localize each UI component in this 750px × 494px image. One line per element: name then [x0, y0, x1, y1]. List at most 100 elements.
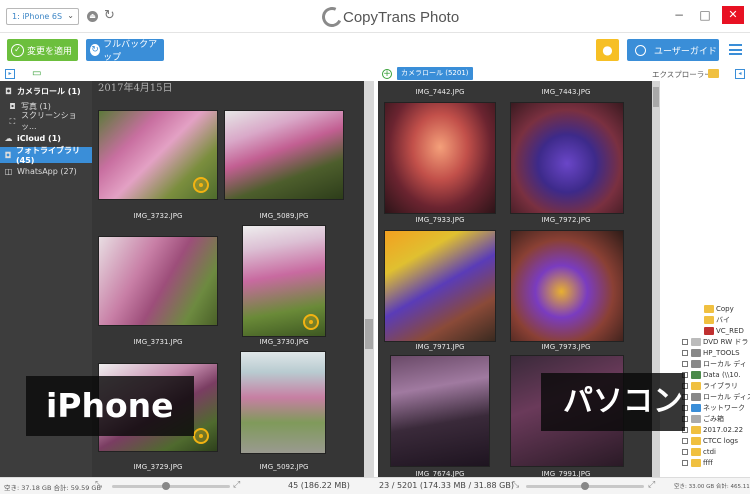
photo-thumbnail[interactable]	[384, 102, 496, 214]
iphone-zoom-slider[interactable]	[112, 482, 230, 490]
tree-item[interactable]: DVD RW ドラ	[660, 336, 750, 347]
iphone-caption: iPhone	[26, 376, 194, 436]
photo-label: IMG_3732.JPG	[133, 212, 183, 220]
tree-checkbox[interactable]	[682, 360, 688, 367]
tree-item-label: バイ	[716, 315, 730, 324]
network-icon	[691, 403, 701, 412]
drive-icon	[691, 392, 701, 401]
tree-item-label: Data (\\10.	[703, 370, 741, 379]
pc-zoom-slider[interactable]	[526, 482, 644, 490]
album-badge: カメラロール (5201)	[397, 67, 473, 80]
photo-label: IMG_7443.JPG	[541, 88, 591, 96]
sidebar-item-camera-roll[interactable]: ◘ カメラロール (1)	[0, 83, 92, 99]
tree-checkbox[interactable]	[682, 349, 688, 356]
tree-item[interactable]: Copy	[660, 303, 750, 314]
tips-button[interactable]: ●	[596, 39, 619, 61]
maximize-button[interactable]: □	[694, 6, 716, 24]
help-icon	[635, 44, 646, 56]
tree-item[interactable]: ffff	[660, 457, 750, 468]
add-folder-icon[interactable]: +	[382, 69, 392, 79]
check-circle-icon: ✓	[11, 43, 24, 57]
sidebar-item-label: iCloud (1)	[17, 133, 61, 143]
slider-knob[interactable]	[162, 482, 170, 490]
date-header: 2017年4月15日	[98, 83, 173, 94]
tree-checkbox[interactable]	[682, 437, 688, 444]
photo-label: IMG_3731.JPG	[133, 338, 183, 346]
minimize-button[interactable]: −	[668, 6, 690, 24]
add-album-icon[interactable]: ▭	[32, 68, 41, 80]
tree-checkbox[interactable]	[682, 459, 688, 466]
tree-item-label: ネットワーク	[703, 403, 745, 412]
collapse-left-icon[interactable]: ▸	[5, 69, 15, 79]
tree-item-label: HP_TOOLS	[703, 348, 740, 357]
photo-thumbnail[interactable]	[98, 236, 218, 326]
tree-item-label: ごみ箱	[703, 414, 724, 423]
slider-knob[interactable]	[581, 482, 589, 490]
photo-label: IMG_5092.JPG	[259, 463, 309, 471]
screenshot-icon: ⛶	[9, 116, 16, 126]
tree-item-label: Copy	[716, 304, 734, 313]
recycle-bin-icon	[691, 414, 701, 423]
collapse-right-icon[interactable]: ◂	[735, 69, 745, 79]
tree-item[interactable]: ローカル ディ	[660, 358, 750, 369]
folder-icon	[691, 458, 701, 467]
selected-icon	[303, 314, 319, 330]
status-bar: 空き: 37.18 GB 合計: 59.59 GB ⤡ ⤢ 45 (186.22…	[0, 477, 750, 494]
camera-icon: ◘	[5, 86, 12, 96]
tree-item-label: ローカル ディスク	[703, 392, 750, 401]
refresh-icon[interactable]: ↻	[104, 8, 115, 24]
photo-thumbnail[interactable]	[242, 225, 326, 337]
app-title: CopyTrans Photo	[343, 8, 460, 26]
tree-item[interactable]: HP_TOOLS	[660, 347, 750, 358]
sidebar-item-photo-library[interactable]: ◘ フォトライブラリ (45)	[0, 146, 92, 165]
tree-item-label: 2017.02.22	[703, 425, 744, 434]
eject-icon[interactable]: ⏏	[87, 11, 98, 22]
selected-icon	[193, 428, 209, 444]
tree-item-label: ローカル ディ	[703, 359, 747, 368]
user-guide-button[interactable]: ユーザーガイド	[627, 39, 719, 61]
photo-library-icon: ◘	[4, 150, 12, 160]
tree-checkbox[interactable]	[682, 448, 688, 455]
title-bar: 1: iPhone 6S ⌄ ⏏ ↻ CopyTrans Photo − □ ✕	[0, 0, 750, 33]
shrink-icon[interactable]: ⤡	[512, 480, 519, 490]
photo-thumbnail[interactable]	[390, 355, 490, 467]
lightbulb-icon: ●	[602, 43, 613, 57]
tree-checkbox[interactable]	[682, 338, 688, 345]
iphone-pane-scrollbar[interactable]	[364, 81, 374, 477]
tree-item[interactable]: バイ	[660, 314, 750, 325]
sidebar-item-icloud[interactable]: ☁ iCloud (1)	[0, 130, 92, 146]
photo-thumbnail[interactable]	[510, 230, 624, 342]
tree-item[interactable]: ctdi	[660, 446, 750, 457]
apply-changes-button[interactable]: ✓ 変更を適用	[7, 39, 78, 61]
photo-label: IMG_7933.JPG	[415, 216, 465, 224]
sidebar-item-whatsapp[interactable]: ◫ WhatsApp (27)	[0, 163, 92, 179]
expand-icon[interactable]: ⤢	[648, 480, 655, 490]
pc-caption: パソコン	[541, 373, 685, 431]
full-backup-label: フルバックアップ	[103, 40, 158, 63]
photo-thumbnail[interactable]	[224, 110, 344, 200]
close-button[interactable]: ✕	[722, 6, 744, 24]
expand-icon[interactable]: ⤢	[233, 480, 240, 490]
photo-thumbnail[interactable]	[384, 230, 496, 342]
user-guide-label: ユーザーガイド	[654, 46, 717, 57]
full-backup-button[interactable]: ↻ フルバックアップ	[86, 39, 164, 63]
device-select[interactable]: 1: iPhone 6S ⌄	[6, 8, 79, 25]
shrink-icon[interactable]: ⤡	[95, 480, 102, 490]
scrollbar-thumb[interactable]	[365, 319, 373, 349]
photo-thumbnail[interactable]	[510, 102, 624, 214]
toolbar: ✓ 変更を適用 ↻ フルバックアップ ● ユーザーガイド	[0, 33, 750, 67]
sidebar-item-screenshots[interactable]: ⛶ スクリーンショッ...	[0, 111, 92, 131]
photo-thumbnail[interactable]	[98, 110, 218, 200]
photo-thumbnail[interactable]	[240, 351, 326, 454]
folder-icon	[704, 304, 714, 313]
folder-icon[interactable]	[708, 69, 719, 78]
tree-item[interactable]: CTCC logs	[660, 435, 750, 446]
scrollbar-thumb[interactable]	[653, 87, 659, 107]
photo-label: IMG_7973.JPG	[541, 343, 591, 351]
menu-icon[interactable]	[729, 44, 742, 55]
iphone-storage-info: 空き: 37.18 GB 合計: 59.59 GB	[4, 484, 101, 492]
photo-label: IMG_7442.JPG	[415, 88, 465, 96]
photo-label: IMG_3730.JPG	[259, 338, 309, 346]
selected-icon	[193, 177, 209, 193]
tree-item[interactable]: VC_RED	[660, 325, 750, 336]
